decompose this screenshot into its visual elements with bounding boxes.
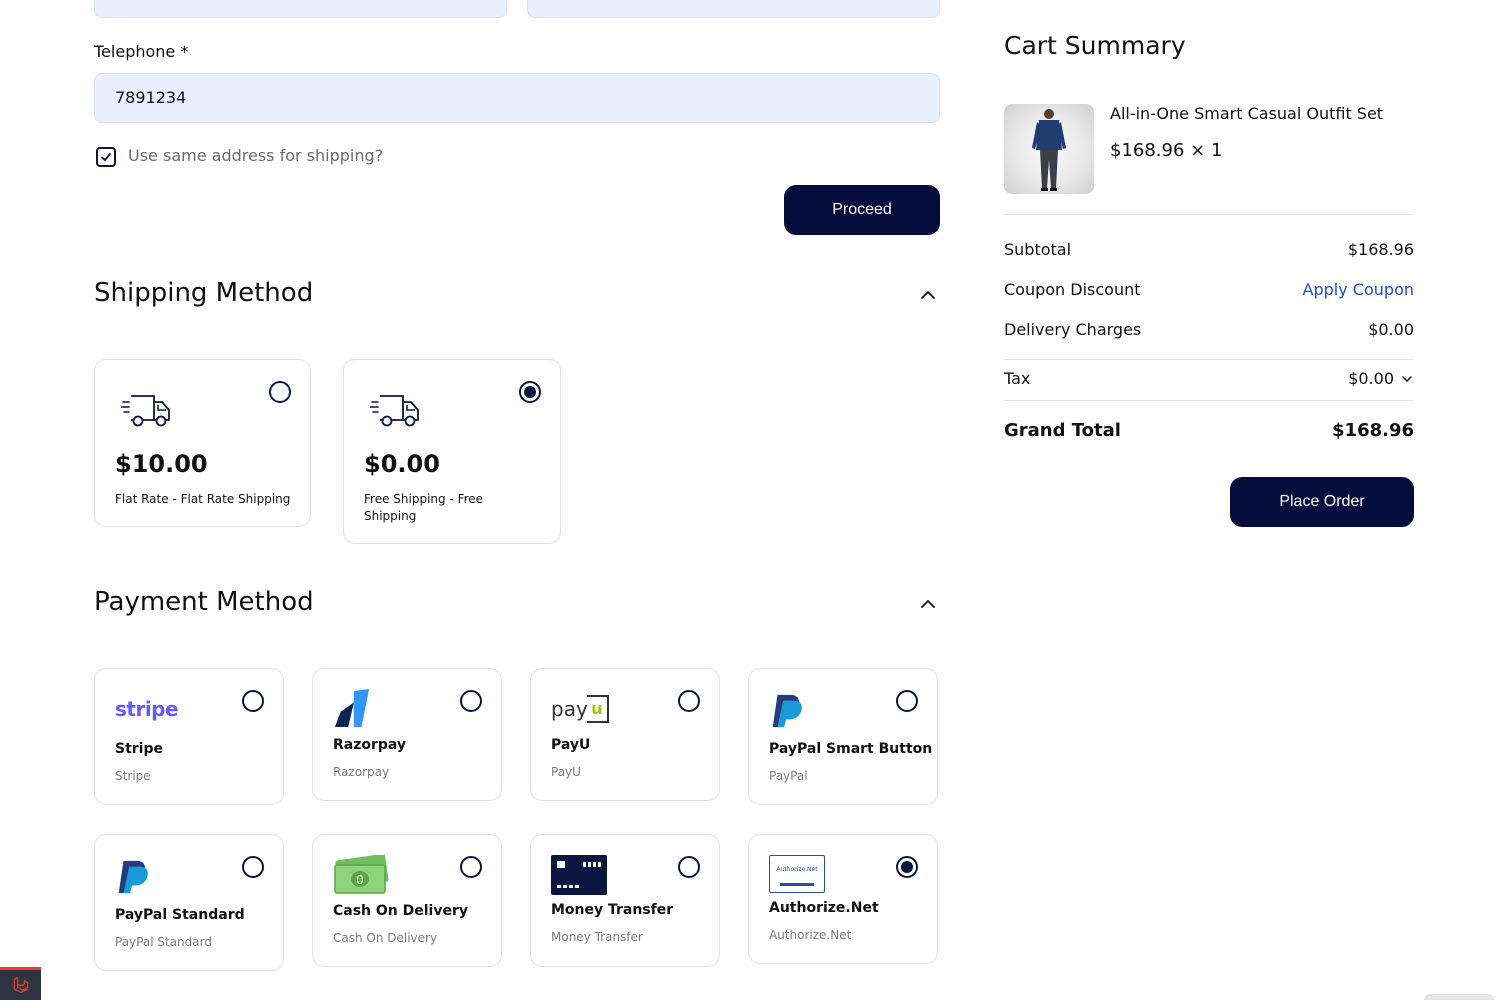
shipping-radio-free[interactable] xyxy=(519,381,541,403)
coupon-label: Coupon Discount xyxy=(1004,280,1141,299)
payment-option-authorize-net[interactable]: Authorize.Net Authorize.Net Authorize.Ne… xyxy=(748,834,938,964)
payment-radio-razorpay[interactable] xyxy=(460,690,482,712)
authorize-net-logo: Authorize.Net xyxy=(769,855,825,893)
telephone-label: Telephone * xyxy=(94,42,189,61)
tax-value-group[interactable]: $0.00 xyxy=(1348,369,1414,388)
divider xyxy=(1004,359,1414,360)
payment-title: Authorize.Net xyxy=(769,900,879,916)
payment-radio-paypal-smart[interactable] xyxy=(896,690,918,712)
shipping-desc: Flat Rate - Flat Rate Shipping xyxy=(115,492,291,506)
grand-total-value: $168.96 xyxy=(1332,420,1414,441)
payment-title: Money Transfer xyxy=(551,902,674,918)
payment-sub: Cash On Delivery xyxy=(333,931,438,945)
card-icon xyxy=(551,855,607,895)
place-order-button[interactable]: Place Order xyxy=(1230,477,1414,527)
chevron-up-icon[interactable] xyxy=(919,595,937,613)
shipping-method-title: Shipping Method xyxy=(94,278,314,308)
payment-radio-money-transfer[interactable] xyxy=(678,856,700,878)
payment-title: PayPal Standard xyxy=(115,907,245,923)
product-image-figure xyxy=(1032,109,1066,191)
payment-radio-authorize-net[interactable] xyxy=(896,856,918,878)
truck-icon xyxy=(121,395,170,427)
payu-logo-u: u xyxy=(587,695,609,723)
subtotal-row: Subtotal $168.96 xyxy=(1004,240,1414,259)
payment-radio-cash-on-delivery[interactable] xyxy=(460,856,482,878)
payu-logo: pay u xyxy=(551,695,611,727)
payment-option-razorpay[interactable]: Razorpay Razorpay xyxy=(312,668,502,801)
shipping-price: $0.00 xyxy=(364,450,440,478)
paypal-logo xyxy=(118,860,148,894)
divider xyxy=(1004,400,1414,401)
payment-title: Razorpay xyxy=(333,737,407,753)
payment-sub: PayU xyxy=(551,765,581,779)
payu-logo-pay: pay xyxy=(551,697,588,721)
delivery-label: Delivery Charges xyxy=(1004,320,1142,339)
laravel-icon xyxy=(13,976,28,994)
payment-option-payu[interactable]: pay u PayU PayU xyxy=(530,668,720,801)
apply-coupon-link[interactable]: Apply Coupon xyxy=(1303,280,1414,299)
payment-option-paypal-smart[interactable]: PayPal Smart Button PayPal xyxy=(748,668,938,805)
address-field-left[interactable] xyxy=(94,0,507,18)
scrollbar-thumb[interactable] xyxy=(1424,994,1494,1000)
tax-label: Tax xyxy=(1004,369,1031,388)
coupon-row: Coupon Discount Apply Coupon xyxy=(1004,280,1414,299)
payment-title: PayPal Smart Button xyxy=(769,741,933,757)
cart-summary-title: Cart Summary xyxy=(1004,31,1186,60)
payment-option-paypal-standard[interactable]: PayPal Standard PayPal Standard xyxy=(94,834,284,971)
telephone-input[interactable]: 7891234 xyxy=(94,73,940,123)
payment-option-money-transfer[interactable]: Money Transfer Money Transfer xyxy=(530,834,720,967)
grand-total-label: Grand Total xyxy=(1004,420,1121,441)
shipping-radio-flat-rate[interactable] xyxy=(269,381,291,403)
product-price-qty: $168.96 × 1 xyxy=(1110,140,1223,161)
same-address-checkbox[interactable] xyxy=(96,147,116,167)
razorpay-logo xyxy=(334,689,370,728)
payment-title: PayU xyxy=(551,737,591,753)
payment-radio-stripe[interactable] xyxy=(242,690,264,712)
chevron-up-icon[interactable] xyxy=(919,286,937,304)
cash-icon: 0 xyxy=(334,855,389,894)
payment-title: Cash On Delivery xyxy=(333,903,469,919)
chevron-down-icon[interactable] xyxy=(1400,372,1414,386)
shipping-option-flat-rate[interactable]: $10.00 Flat Rate - Flat Rate Shipping xyxy=(94,359,311,527)
payment-sub: Razorpay xyxy=(333,765,390,779)
product-image xyxy=(1004,104,1094,194)
authorize-net-logo-text: Authorize.Net xyxy=(776,866,818,873)
delivery-value: $0.00 xyxy=(1368,320,1414,339)
truck-icon xyxy=(370,395,419,427)
delivery-row: Delivery Charges $0.00 xyxy=(1004,320,1414,339)
payment-sub: Money Transfer xyxy=(551,930,643,944)
payment-sub: Authorize.Net xyxy=(769,928,852,942)
address-field-right[interactable] xyxy=(527,0,940,18)
debugbar-toggle[interactable] xyxy=(0,967,41,1000)
divider xyxy=(1004,214,1414,215)
payment-method-title: Payment Method xyxy=(94,587,314,617)
payment-sub: PayPal xyxy=(769,769,808,783)
svg-text:0: 0 xyxy=(356,873,364,887)
payment-radio-payu[interactable] xyxy=(678,690,700,712)
shipping-price: $10.00 xyxy=(115,450,208,478)
payment-sub: Stripe xyxy=(115,769,151,783)
product-name[interactable]: All-in-One Smart Casual Outfit Set xyxy=(1110,104,1383,123)
payment-option-stripe[interactable]: stripe Stripe Stripe xyxy=(94,668,284,805)
shipping-desc: Free Shipping - Free Shipping xyxy=(364,492,484,523)
subtotal-value: $168.96 xyxy=(1347,240,1414,259)
grand-total-row: Grand Total $168.96 xyxy=(1004,420,1414,441)
check-icon xyxy=(101,153,111,161)
stripe-logo: stripe xyxy=(115,697,179,721)
same-address-label: Use same address for shipping? xyxy=(128,146,384,165)
payment-title: Stripe xyxy=(115,741,163,757)
payment-radio-paypal-standard[interactable] xyxy=(242,856,264,878)
tax-row[interactable]: Tax $0.00 xyxy=(1004,369,1414,388)
proceed-button[interactable]: Proceed xyxy=(784,185,940,235)
paypal-logo xyxy=(772,694,802,728)
payment-option-cash-on-delivery[interactable]: 0 Cash On Delivery Cash On Delivery xyxy=(312,834,502,967)
shipping-option-free[interactable]: $0.00 Free Shipping - Free Shipping xyxy=(343,359,561,544)
tax-value: $0.00 xyxy=(1348,369,1394,388)
payment-sub: PayPal Standard xyxy=(115,935,212,949)
subtotal-label: Subtotal xyxy=(1004,240,1072,259)
